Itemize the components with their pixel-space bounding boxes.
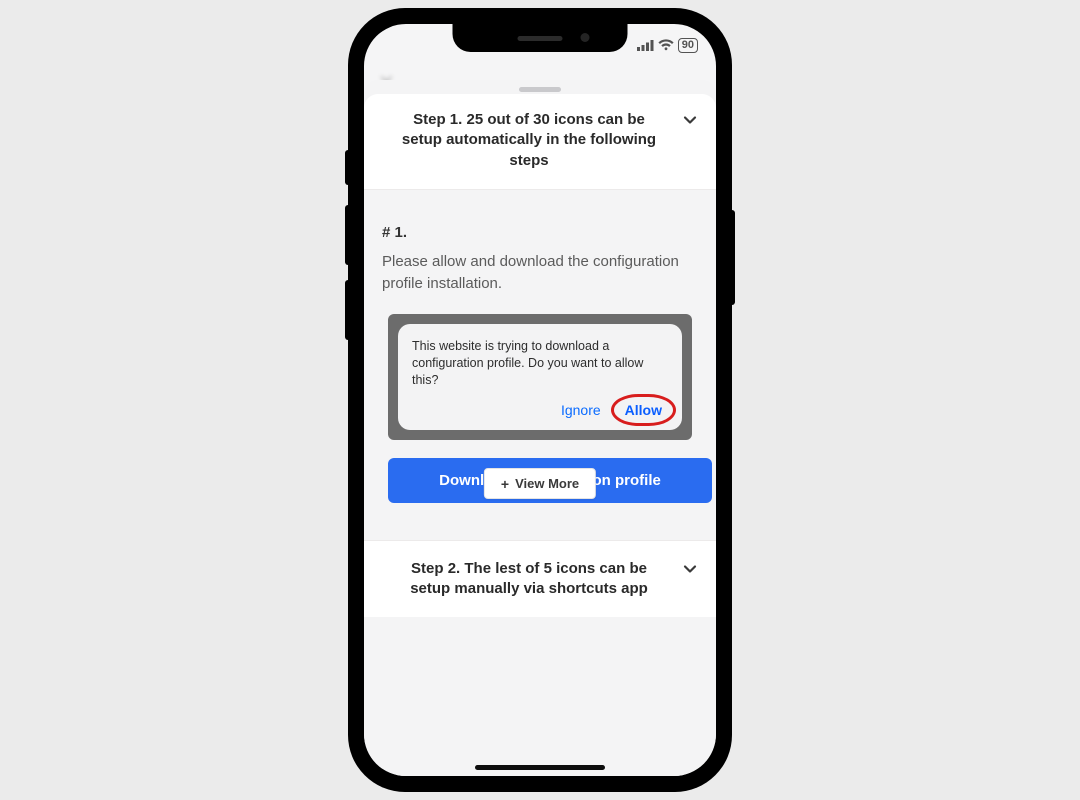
speaker-grille [518,36,563,41]
step1-title: Step 1. 25 out of 30 icons can be setup … [394,110,664,171]
notch [453,24,628,52]
dialog-ignore-button: Ignore [561,402,601,418]
step1-body: # 1. Please allow and download the confi… [364,190,716,618]
chevron-down-icon [682,561,698,582]
phone-mockup: 90 ✕ Step 1. 25 out of 30 icons can be s… [350,10,730,790]
battery-indicator: 90 [678,38,698,53]
substep1-number: # 1. [382,224,698,241]
volume-up-button [345,205,350,265]
front-camera [581,33,590,42]
mute-switch [345,150,350,185]
dialog-actions: Ignore Allow [412,400,668,420]
example-dialog: This website is trying to download a con… [398,324,682,431]
dialog-message: This website is trying to download a con… [412,338,668,389]
highlight-circle [611,394,676,426]
bottom-sheet: Step 1. 25 out of 30 icons can be setup … [364,80,716,776]
dialog-allow-button: Allow [619,400,668,420]
step2-header[interactable]: Step 2. The lest of 5 icons can be setup… [364,540,716,618]
view-more-label: View More [515,476,579,491]
wifi-icon [658,39,674,51]
step1-header[interactable]: Step 1. 25 out of 30 icons can be setup … [364,94,716,190]
chevron-down-icon [682,112,698,133]
power-button [730,210,735,305]
home-indicator[interactable] [475,765,605,770]
step2-title: Step 2. The lest of 5 icons can be setup… [394,559,664,600]
volume-down-button [345,280,350,340]
stage: 90 ✕ Step 1. 25 out of 30 icons can be s… [0,0,1080,800]
substep1-text: Please allow and download the configurat… [382,251,698,296]
phone-screen: 90 ✕ Step 1. 25 out of 30 icons can be s… [364,24,716,776]
plus-icon: + [501,477,509,491]
sheet-grabber[interactable] [519,87,561,92]
view-more-button[interactable]: + View More [484,468,596,499]
example-dialog-frame: This website is trying to download a con… [388,314,692,441]
cellular-signal-icon [637,40,654,51]
